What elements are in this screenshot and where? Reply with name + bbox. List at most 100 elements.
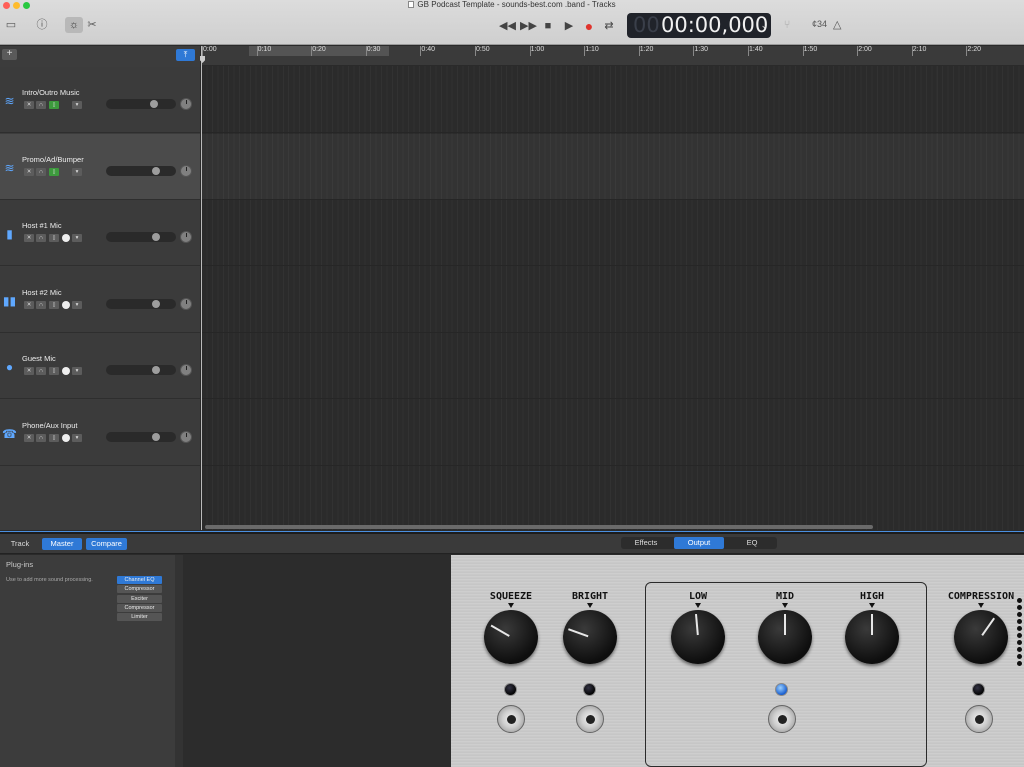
- bright-knob[interactable]: [563, 610, 617, 664]
- input-monitor-icon[interactable]: ▾: [72, 101, 82, 109]
- mute-icon[interactable]: ✕: [24, 101, 34, 109]
- track-name[interactable]: Host #2 Mic: [22, 288, 62, 297]
- tab-output[interactable]: Output: [674, 537, 724, 549]
- track-lane[interactable]: [201, 333, 1024, 399]
- record-enable-icon[interactable]: [62, 300, 70, 309]
- rewind-icon[interactable]: ◀◀: [499, 18, 516, 34]
- track-lane[interactable]: [201, 200, 1024, 266]
- smart-controls-icon[interactable]: ☼: [65, 17, 83, 33]
- compression-toggle-switch[interactable]: [965, 705, 993, 733]
- track-lane[interactable]: [201, 267, 1024, 333]
- track-header[interactable]: ☎ Phone/Aux Input ✕ ∩ ▯ ▾: [0, 399, 200, 466]
- pan-knob[interactable]: [180, 231, 192, 243]
- plugin-slot[interactable]: Limiter: [117, 613, 162, 622]
- pan-knob[interactable]: [180, 98, 192, 110]
- squeeze-knob[interactable]: [484, 610, 538, 664]
- plugin-slot[interactable]: Compressor: [117, 603, 162, 612]
- low-knob[interactable]: [671, 610, 725, 664]
- track-lane[interactable]: [201, 67, 1024, 133]
- lock-icon[interactable]: ▯: [49, 367, 59, 375]
- lock-icon[interactable]: ▯: [49, 300, 59, 309]
- volume-slider[interactable]: [106, 431, 176, 442]
- track-lane[interactable]: [201, 133, 1024, 200]
- headphones-icon[interactable]: ∩: [36, 101, 46, 109]
- headphones-icon[interactable]: ∩: [36, 167, 46, 176]
- mute-icon[interactable]: ✕: [24, 367, 34, 375]
- mute-icon[interactable]: ✕: [24, 167, 34, 176]
- lock-icon[interactable]: ▯: [49, 101, 59, 109]
- mute-icon[interactable]: ✕: [24, 300, 34, 309]
- volume-slider-thumb[interactable]: [152, 366, 160, 374]
- plugin-slot[interactable]: Channel EQ: [117, 576, 162, 584]
- track-name[interactable]: Host #1 Mic: [22, 221, 62, 230]
- record-enable-icon[interactable]: [62, 367, 70, 375]
- lock-icon[interactable]: ▯: [49, 167, 59, 176]
- pan-knob[interactable]: [180, 297, 192, 310]
- bright-toggle-switch[interactable]: [576, 705, 604, 733]
- tab-track[interactable]: Track: [5, 538, 35, 550]
- tab-effects[interactable]: Effects: [623, 537, 669, 549]
- track-header[interactable]: ≋ Promo/Ad/Bumper ✕ ∩ ▯ ▾: [0, 133, 200, 200]
- volume-slider[interactable]: [106, 365, 176, 375]
- headphones-icon[interactable]: ∩: [36, 367, 46, 375]
- headphones-icon[interactable]: ∩: [36, 433, 46, 442]
- tab-eq[interactable]: EQ: [729, 537, 775, 549]
- volume-slider-thumb[interactable]: [152, 432, 160, 441]
- volume-slider[interactable]: [106, 232, 176, 242]
- track-header[interactable]: ≋ Intro/Outro Music ✕ ∩ ▯ ▾: [0, 67, 200, 133]
- input-monitor-icon[interactable]: ▾: [72, 167, 82, 176]
- eq-toggle-switch[interactable]: [768, 705, 796, 733]
- cycle-icon[interactable]: ⇄: [601, 18, 617, 34]
- track-header[interactable]: ▮ Host #1 Mic ✕ ∩ ▯ ▾: [0, 200, 200, 266]
- add-track-button[interactable]: +: [2, 49, 17, 60]
- volume-slider-thumb[interactable]: [152, 299, 160, 308]
- pan-knob[interactable]: [180, 164, 192, 177]
- input-monitor-icon[interactable]: ▾: [72, 234, 82, 242]
- pan-knob[interactable]: [180, 364, 192, 376]
- play-icon[interactable]: ▶: [561, 18, 577, 34]
- track-header[interactable]: ▮▮ Host #2 Mic ✕ ∩ ▯ ▾: [0, 266, 200, 333]
- mute-icon[interactable]: ✕: [24, 234, 34, 242]
- lock-icon[interactable]: ▯: [49, 234, 59, 242]
- squeeze-toggle-switch[interactable]: [497, 705, 525, 733]
- tab-master[interactable]: Master: [42, 538, 82, 550]
- help-icon[interactable]: ⓘ: [34, 17, 50, 33]
- track-lane[interactable]: [201, 400, 1024, 466]
- record-icon[interactable]: ●: [581, 18, 597, 34]
- lock-icon[interactable]: ▯: [49, 433, 59, 442]
- track-name[interactable]: Intro/Outro Music: [22, 88, 80, 97]
- input-monitor-icon[interactable]: ▾: [72, 367, 82, 375]
- plugin-slot[interactable]: Exciter: [117, 594, 162, 603]
- headphones-icon[interactable]: ∩: [36, 234, 46, 242]
- compression-knob[interactable]: [954, 610, 1008, 664]
- timeline-ruler[interactable]: 0:00 0:10 0:20 0:30 0:40 0:50 1:00 1:10 1:20 1:30…: [201, 46, 1024, 66]
- count-in-display[interactable]: ¢34: [812, 19, 827, 29]
- high-knob[interactable]: [845, 610, 899, 664]
- catch-playhead-button[interactable]: ⤒: [176, 49, 195, 61]
- chevron-down-icon[interactable]: ⌄: [760, 13, 768, 38]
- horizontal-scrollbar[interactable]: [205, 525, 873, 529]
- record-enable-icon[interactable]: [62, 234, 70, 242]
- track-name[interactable]: Guest Mic: [22, 354, 56, 363]
- mid-knob[interactable]: [758, 610, 812, 664]
- volume-slider-thumb[interactable]: [152, 233, 160, 241]
- scissors-icon[interactable]: ✂: [86, 17, 98, 33]
- metronome-icon[interactable]: △: [833, 18, 841, 31]
- record-enable-icon[interactable]: [62, 433, 70, 442]
- fast-forward-icon[interactable]: ▶▶: [520, 18, 537, 34]
- volume-slider[interactable]: [106, 165, 176, 176]
- volume-slider[interactable]: [106, 298, 176, 309]
- pan-knob[interactable]: [180, 430, 192, 443]
- plugin-slot[interactable]: Compressor: [117, 585, 162, 594]
- compare-button[interactable]: Compare: [86, 538, 127, 550]
- volume-slider[interactable]: [106, 99, 176, 109]
- volume-slider-thumb[interactable]: [152, 166, 160, 175]
- volume-slider-thumb[interactable]: [150, 100, 158, 108]
- track-name[interactable]: Phone/Aux Input: [22, 421, 77, 430]
- track-header[interactable]: ● Guest Mic ✕ ∩ ▯ ▾: [0, 333, 200, 399]
- input-monitor-icon[interactable]: ▾: [72, 433, 82, 442]
- stop-icon[interactable]: ■: [540, 18, 556, 34]
- lcd-display[interactable]: 00 00:00,000 ⌄: [627, 13, 771, 38]
- input-monitor-icon[interactable]: ▾: [72, 300, 82, 309]
- inbox-icon[interactable]: ▭: [3, 17, 19, 33]
